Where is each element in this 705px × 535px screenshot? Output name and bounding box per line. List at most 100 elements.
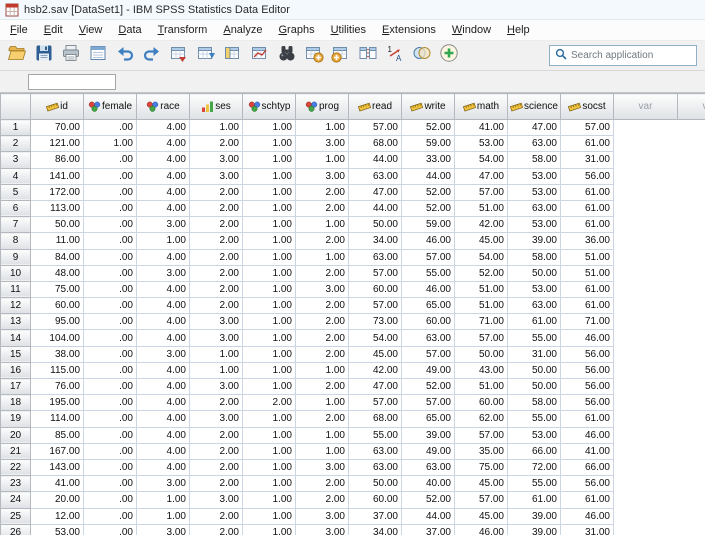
- cell-read-8[interactable]: 34.00: [349, 233, 402, 249]
- cell-read-15[interactable]: 45.00: [349, 346, 402, 362]
- empty-cell[interactable]: [678, 120, 705, 136]
- row-header-14[interactable]: 14: [1, 330, 31, 346]
- cell-prog-4[interactable]: 3.00: [296, 168, 349, 184]
- row-header-18[interactable]: 18: [1, 395, 31, 411]
- cell-socst-6[interactable]: 61.00: [561, 200, 614, 216]
- empty-cell[interactable]: [614, 298, 678, 314]
- cell-schtyp-3[interactable]: 1.00: [243, 152, 296, 168]
- column-header-female[interactable]: female: [84, 94, 137, 120]
- cell-schtyp-1[interactable]: 1.00: [243, 120, 296, 136]
- cell-schtyp-13[interactable]: 1.00: [243, 314, 296, 330]
- cell-write-14[interactable]: 63.00: [402, 330, 455, 346]
- cell-write-12[interactable]: 65.00: [402, 298, 455, 314]
- cell-schtyp-23[interactable]: 1.00: [243, 476, 296, 492]
- descriptives-button[interactable]: [247, 43, 273, 69]
- cell-schtyp-19[interactable]: 1.00: [243, 411, 296, 427]
- cell-prog-11[interactable]: 3.00: [296, 281, 349, 297]
- cell-prog-3[interactable]: 1.00: [296, 152, 349, 168]
- cell-read-19[interactable]: 68.00: [349, 411, 402, 427]
- row-header-12[interactable]: 12: [1, 298, 31, 314]
- empty-cell[interactable]: [678, 508, 705, 524]
- cell-schtyp-10[interactable]: 1.00: [243, 265, 296, 281]
- cell-schtyp-9[interactable]: 1.00: [243, 249, 296, 265]
- cell-female-6[interactable]: .00: [84, 200, 137, 216]
- row-header-10[interactable]: 10: [1, 265, 31, 281]
- row-header-4[interactable]: 4: [1, 168, 31, 184]
- cell-science-24[interactable]: 61.00: [508, 492, 561, 508]
- cell-female-12[interactable]: .00: [84, 298, 137, 314]
- menu-item-file[interactable]: File: [2, 21, 36, 39]
- cell-science-25[interactable]: 39.00: [508, 508, 561, 524]
- cell-ses-15[interactable]: 1.00: [190, 346, 243, 362]
- variables-button[interactable]: [220, 43, 246, 69]
- cell-schtyp-22[interactable]: 1.00: [243, 459, 296, 475]
- use-variable-sets-button[interactable]: [409, 43, 435, 69]
- cell-prog-8[interactable]: 2.00: [296, 233, 349, 249]
- cell-read-25[interactable]: 37.00: [349, 508, 402, 524]
- menu-item-data[interactable]: Data: [110, 21, 149, 39]
- menu-item-window[interactable]: Window: [444, 21, 499, 39]
- empty-cell[interactable]: [614, 152, 678, 168]
- cell-science-21[interactable]: 66.00: [508, 443, 561, 459]
- cell-science-22[interactable]: 72.00: [508, 459, 561, 475]
- cell-science-16[interactable]: 50.00: [508, 362, 561, 378]
- cell-ses-25[interactable]: 2.00: [190, 508, 243, 524]
- cell-id-22[interactable]: 143.00: [31, 459, 84, 475]
- empty-cell[interactable]: [614, 492, 678, 508]
- empty-cell[interactable]: [678, 443, 705, 459]
- empty-cell[interactable]: [614, 362, 678, 378]
- cell-read-18[interactable]: 57.00: [349, 395, 402, 411]
- cell-schtyp-14[interactable]: 1.00: [243, 330, 296, 346]
- cell-ses-26[interactable]: 2.00: [190, 524, 243, 535]
- cell-schtyp-17[interactable]: 1.00: [243, 379, 296, 395]
- row-header-11[interactable]: 11: [1, 281, 31, 297]
- cell-socst-21[interactable]: 41.00: [561, 443, 614, 459]
- empty-cell[interactable]: [614, 379, 678, 395]
- row-header-22[interactable]: 22: [1, 459, 31, 475]
- cell-schtyp-24[interactable]: 1.00: [243, 492, 296, 508]
- cell-female-24[interactable]: .00: [84, 492, 137, 508]
- cell-prog-15[interactable]: 2.00: [296, 346, 349, 362]
- cell-read-23[interactable]: 50.00: [349, 476, 402, 492]
- cell-schtyp-6[interactable]: 1.00: [243, 200, 296, 216]
- cell-read-21[interactable]: 63.00: [349, 443, 402, 459]
- empty-cell[interactable]: [678, 152, 705, 168]
- cell-ses-11[interactable]: 2.00: [190, 281, 243, 297]
- cell-schtyp-7[interactable]: 1.00: [243, 217, 296, 233]
- cell-socst-11[interactable]: 61.00: [561, 281, 614, 297]
- cell-science-8[interactable]: 39.00: [508, 233, 561, 249]
- cell-science-7[interactable]: 53.00: [508, 217, 561, 233]
- column-header-read[interactable]: read: [349, 94, 402, 120]
- cell-race-1[interactable]: 4.00: [137, 120, 190, 136]
- cell-female-16[interactable]: .00: [84, 362, 137, 378]
- cell-female-26[interactable]: .00: [84, 524, 137, 535]
- cell-science-12[interactable]: 63.00: [508, 298, 561, 314]
- cell-write-11[interactable]: 46.00: [402, 281, 455, 297]
- cell-read-26[interactable]: 34.00: [349, 524, 402, 535]
- cell-socst-12[interactable]: 61.00: [561, 298, 614, 314]
- cell-race-22[interactable]: 4.00: [137, 459, 190, 475]
- cell-race-23[interactable]: 3.00: [137, 476, 190, 492]
- row-header-2[interactable]: 2: [1, 136, 31, 152]
- cell-read-5[interactable]: 47.00: [349, 184, 402, 200]
- cell-prog-24[interactable]: 2.00: [296, 492, 349, 508]
- cell-math-19[interactable]: 62.00: [455, 411, 508, 427]
- cell-race-12[interactable]: 4.00: [137, 298, 190, 314]
- cell-write-1[interactable]: 52.00: [402, 120, 455, 136]
- cell-socst-2[interactable]: 61.00: [561, 136, 614, 152]
- cell-socst-8[interactable]: 36.00: [561, 233, 614, 249]
- cell-socst-4[interactable]: 56.00: [561, 168, 614, 184]
- empty-cell[interactable]: [614, 346, 678, 362]
- cell-race-7[interactable]: 3.00: [137, 217, 190, 233]
- cell-prog-10[interactable]: 2.00: [296, 265, 349, 281]
- empty-cell[interactable]: [678, 362, 705, 378]
- cell-socst-17[interactable]: 56.00: [561, 379, 614, 395]
- cell-ses-24[interactable]: 3.00: [190, 492, 243, 508]
- cell-prog-13[interactable]: 2.00: [296, 314, 349, 330]
- cell-prog-17[interactable]: 2.00: [296, 379, 349, 395]
- cell-id-12[interactable]: 60.00: [31, 298, 84, 314]
- cell-write-16[interactable]: 49.00: [402, 362, 455, 378]
- empty-cell[interactable]: [614, 233, 678, 249]
- cell-schtyp-25[interactable]: 1.00: [243, 508, 296, 524]
- cell-id-14[interactable]: 104.00: [31, 330, 84, 346]
